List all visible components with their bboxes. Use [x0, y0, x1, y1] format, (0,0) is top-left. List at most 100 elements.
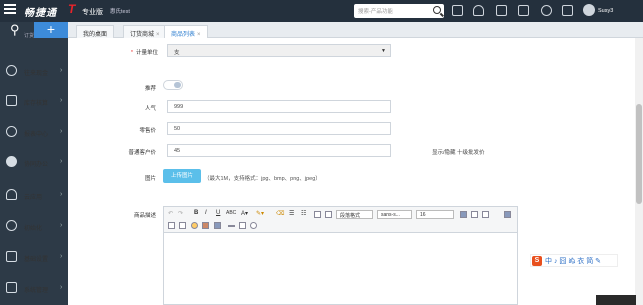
- bold-icon[interactable]: B: [194, 210, 198, 216]
- unordered-list-icon[interactable]: ☷: [301, 210, 306, 217]
- sogou-icon[interactable]: S: [532, 256, 542, 266]
- customer-price-label: 普通客户价: [128, 150, 156, 156]
- horizontal-rule-icon[interactable]: [228, 225, 235, 227]
- underline-icon[interactable]: U: [216, 210, 220, 216]
- help-icon[interactable]: [541, 5, 552, 16]
- font-color-icon[interactable]: A▾: [241, 210, 248, 217]
- sidebar-item-label: 初始化: [24, 226, 43, 232]
- clear-format-icon[interactable]: ⌫: [276, 210, 284, 217]
- avatar[interactable]: [583, 4, 595, 16]
- warehouse-icon: [6, 95, 17, 106]
- fullscreen-icon[interactable]: [504, 211, 511, 218]
- pie-chart-icon: [6, 126, 17, 137]
- sidebar-item-reports[interactable]: 报表中心 ›: [0, 119, 68, 147]
- top-bar: 畅捷通 T 专业版 惠氏test 搜索-产品功能 Susy3: [0, 0, 643, 22]
- sidebar-item-cloud[interactable]: 云应用 ›: [0, 182, 68, 210]
- close-icon[interactable]: ×: [197, 32, 201, 38]
- sidebar-item-label: 报表中心: [24, 132, 49, 138]
- editor-toolbar: ↶ ↷ B I U ABC A▾ ✎▾ ⌫ ☰ ☷ 段落格式 sans-s...…: [164, 207, 517, 233]
- ordered-list-icon[interactable]: ☰: [289, 210, 294, 217]
- strikethrough-icon[interactable]: ABC: [226, 210, 236, 216]
- tab-label: 我的桌面: [83, 32, 108, 38]
- indent-icon[interactable]: [314, 211, 321, 218]
- retail-price-label: 零售价: [139, 128, 156, 134]
- font-family-select[interactable]: sans-s...: [377, 210, 412, 219]
- chat-icon[interactable]: [518, 5, 529, 16]
- search-input[interactable]: 搜索-产品功能: [354, 4, 444, 18]
- italic-icon[interactable]: I: [205, 210, 207, 216]
- exit-icon[interactable]: [562, 5, 573, 16]
- mail-icon[interactable]: [496, 5, 507, 16]
- link-icon[interactable]: [168, 222, 175, 229]
- add-button[interactable]: +: [34, 22, 68, 38]
- tab-desktop[interactable]: 我的桌面: [76, 25, 115, 38]
- sidebar-item-settings[interactable]: 基础设置 ›: [0, 244, 68, 272]
- sidebar-item-init[interactable]: 初始化 ›: [0, 213, 68, 241]
- sidebar-item-cash[interactable]: 往来现金 ›: [0, 58, 68, 86]
- unit-value: 支: [174, 50, 180, 56]
- scrollbar-thumb[interactable]: [636, 104, 642, 204]
- rich-text-editor[interactable]: ↶ ↷ B I U ABC A▾ ✎▾ ⌫ ☰ ☷ 段落格式 sans-s...…: [163, 206, 518, 305]
- sidebar-item-label: 协同办公: [24, 162, 49, 168]
- paragraph-format-select[interactable]: 段落格式: [336, 210, 373, 219]
- tab-label: 订货商城: [130, 32, 155, 38]
- clock-icon: [6, 220, 17, 231]
- caret-down-icon: ▼: [381, 48, 386, 54]
- preview-icon[interactable]: [250, 222, 257, 229]
- image-icon: [6, 251, 17, 262]
- align-right-icon[interactable]: [482, 211, 489, 218]
- tab-label: 商品列表: [171, 32, 196, 38]
- upload-image-button[interactable]: 上传图片: [163, 169, 201, 183]
- currency-icon: [6, 65, 17, 76]
- ime-glyphs[interactable]: 中 ♪ 囧 ぬ 衣 简 ✎: [545, 256, 601, 266]
- popularity-input[interactable]: 999: [167, 100, 391, 113]
- search-icon[interactable]: ⚲: [10, 22, 20, 38]
- chevron-right-icon: ›: [60, 97, 63, 104]
- company-name: 惠氏test: [110, 9, 130, 15]
- menu-icon[interactable]: [4, 4, 16, 16]
- chevron-right-icon: ›: [60, 128, 63, 135]
- retail-price-input[interactable]: 50: [167, 122, 391, 135]
- sidebar-item-label: 系统管理: [24, 288, 49, 294]
- video-icon[interactable]: [214, 222, 221, 229]
- sidebar-item-inventory[interactable]: 库存核算 ›: [0, 88, 68, 116]
- username[interactable]: Susy3: [598, 8, 613, 14]
- close-icon[interactable]: ×: [156, 32, 160, 38]
- tab-order-mall[interactable]: 订货商城 ×: [123, 25, 167, 38]
- emoji-icon[interactable]: [191, 222, 198, 229]
- redo-icon[interactable]: ↷: [178, 210, 183, 217]
- bell-icon[interactable]: [473, 5, 484, 16]
- unit-select[interactable]: 支 ▼: [167, 44, 391, 57]
- toggle-knob: [174, 82, 181, 88]
- customer-price-input[interactable]: 45: [167, 144, 391, 157]
- edition-label: 专业版: [82, 9, 103, 16]
- tab-product-list[interactable]: 商品列表 ×: [164, 25, 208, 38]
- sidebar-item-label: 基础设置: [24, 257, 49, 263]
- highlight-icon[interactable]: ✎▾: [256, 210, 264, 217]
- chevron-right-icon: ›: [60, 191, 63, 198]
- align-left-icon[interactable]: [460, 211, 467, 218]
- popularity-label: 人气: [144, 106, 156, 112]
- search-icon[interactable]: [433, 6, 441, 14]
- page-break-icon[interactable]: [325, 211, 332, 218]
- search-placeholder: 搜索-产品功能: [358, 9, 393, 15]
- print-icon[interactable]: [239, 222, 246, 229]
- target-icon: [6, 156, 17, 167]
- image-insert-icon[interactable]: [202, 222, 209, 229]
- toggle-wholesale-link[interactable]: 显示/隐藏 十级批发价: [432, 148, 485, 156]
- document-icon: [6, 282, 17, 293]
- sidebar-item-system[interactable]: 系统管理 ›: [0, 275, 68, 303]
- unlink-icon[interactable]: [179, 222, 186, 229]
- recommend-toggle[interactable]: [163, 80, 183, 90]
- recommend-label: 推荐: [144, 86, 156, 92]
- chevron-right-icon: ›: [60, 253, 63, 260]
- ime-toolbar[interactable]: S 中 ♪ 囧 ぬ 衣 简 ✎: [530, 254, 618, 267]
- upload-hint: （最大1M，支持格式：jpg、bmp、png、jpeg）: [204, 176, 321, 182]
- undo-icon[interactable]: ↶: [168, 210, 173, 217]
- sidebar-item-office[interactable]: 协同办公 ›: [0, 149, 68, 177]
- chevron-right-icon: ›: [60, 67, 63, 74]
- align-center-icon[interactable]: [471, 211, 478, 218]
- sidebar-item-label: 库存核算: [24, 101, 49, 107]
- calendar-icon[interactable]: [452, 5, 463, 16]
- font-size-select[interactable]: 16: [416, 210, 454, 219]
